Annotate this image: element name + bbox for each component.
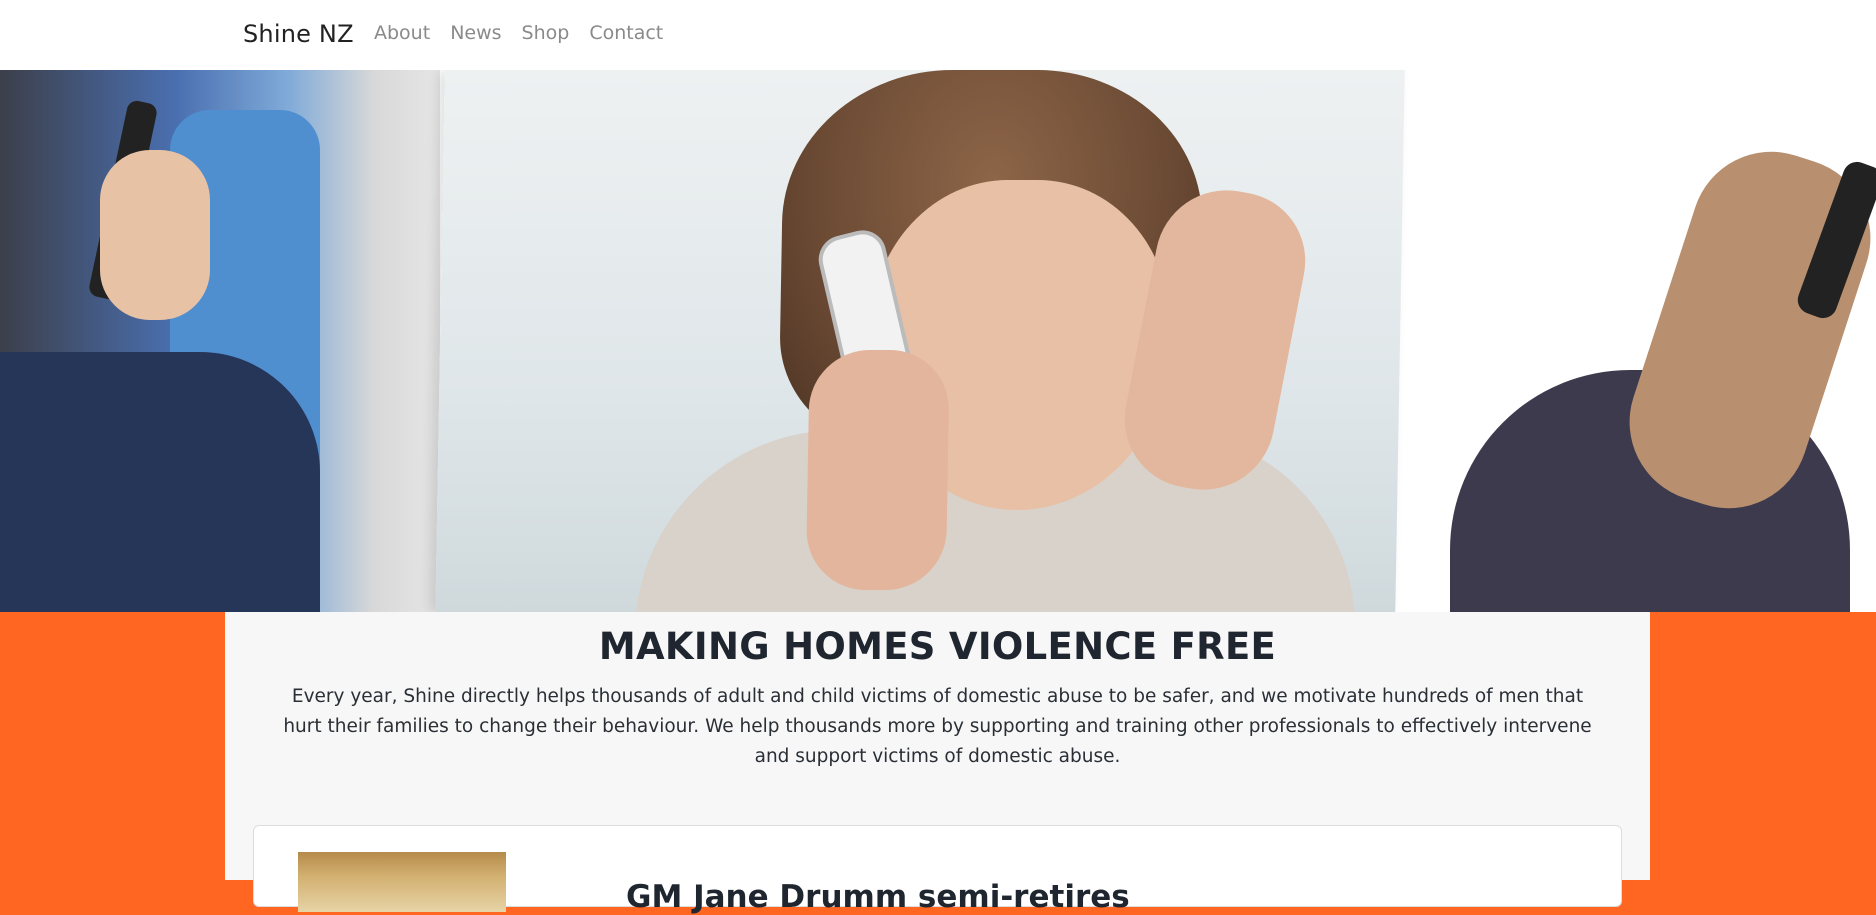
nav-link-contact[interactable]: Contact bbox=[589, 22, 663, 44]
news-card-thumbnail bbox=[298, 852, 506, 912]
hero-center-hand-left bbox=[805, 350, 950, 590]
hero-left-hand bbox=[100, 150, 210, 320]
main-content: MAKING HOMES VIOLENCE FREE Every year, S… bbox=[225, 612, 1650, 915]
hero-image-left bbox=[0, 70, 440, 612]
news-card-title[interactable]: GM Jane Drumm semi-retires bbox=[626, 879, 1130, 915]
hero-image-right bbox=[1420, 70, 1876, 612]
main-nav: About News Shop Contact bbox=[374, 22, 683, 44]
page-heading: MAKING HOMES VIOLENCE FREE bbox=[598, 625, 1277, 668]
nav-link-about[interactable]: About bbox=[374, 22, 430, 44]
nav-link-news[interactable]: News bbox=[450, 22, 501, 44]
news-card[interactable]: GM Jane Drumm semi-retires bbox=[253, 825, 1622, 915]
brand-logo-link[interactable]: Shine NZ bbox=[243, 20, 354, 48]
nav-link-shop[interactable]: Shop bbox=[522, 22, 570, 44]
hero-image-center bbox=[435, 70, 1405, 612]
hero-banner bbox=[0, 70, 1876, 612]
intro-paragraph: Every year, Shine directly helps thousan… bbox=[283, 686, 1592, 767]
hero-left-leg bbox=[0, 352, 320, 612]
top-navbar: Shine NZ About News Shop Contact bbox=[0, 0, 1876, 70]
